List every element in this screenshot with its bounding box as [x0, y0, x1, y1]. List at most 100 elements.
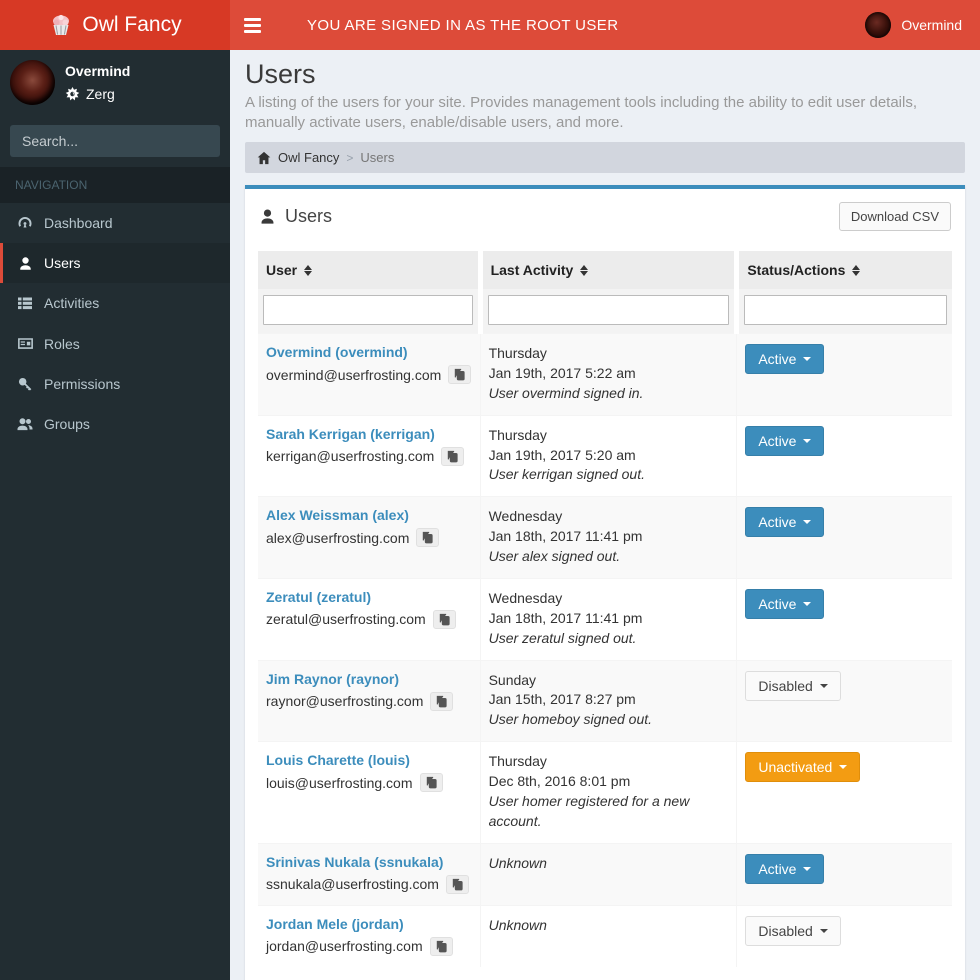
table-row: Jordan Mele (jordan) jordan@userfrosting…	[258, 905, 952, 967]
search-input[interactable]	[10, 125, 215, 157]
copy-email-icon[interactable]	[448, 365, 472, 384]
status-button[interactable]: Disabled	[745, 915, 841, 946]
avatar	[865, 12, 892, 38]
user-menu[interactable]: Overmind	[847, 0, 980, 50]
sidebar-toggle-icon[interactable]	[230, 0, 275, 50]
status-button[interactable]: Disabled	[745, 670, 841, 701]
sidebar-item-dashboard[interactable]: Dashboard	[0, 203, 230, 243]
table-row: Overmind (overmind) overmind@userfrostin…	[258, 333, 952, 416]
sidebar-item-permissions[interactable]: Permissions	[0, 364, 230, 404]
brand-logo[interactable]: Owl Fancy	[0, 0, 230, 50]
user-cell: Overmind (overmind) overmind@userfrostin…	[258, 334, 480, 416]
activity-description: User homer registered for a new account.	[488, 792, 690, 829]
user-name-link[interactable]: Zeratul (zeratul)	[266, 589, 371, 605]
last-activity-cell: Thursday Jan 19th, 2017 5:20 am User kerri…	[479, 415, 737, 497]
caret-down-icon	[803, 357, 812, 361]
root-user-alert: YOU ARE SIGNED IN AS THE ROOT USER	[307, 16, 619, 34]
activity-date: Dec 8th, 2016 8:01 pm	[488, 773, 631, 789]
table-row: Louis Charette (louis) louis@userfrostin…	[258, 741, 952, 844]
sidebar-item-label: Permissions	[44, 376, 121, 392]
user-email: overmind@userfrosting.com	[266, 366, 442, 383]
column-label: Last Activity	[490, 262, 574, 278]
user-cell: Jordan Mele (jordan) jordan@userfrosting…	[258, 905, 480, 967]
sidebar-item-label: Users	[44, 255, 81, 271]
status-button[interactable]: Active	[745, 507, 825, 538]
caret-down-icon	[819, 928, 828, 933]
sidebar-search	[10, 125, 220, 157]
filter-input-status[interactable]	[744, 295, 947, 325]
user-email: raynor@userfrosting.com	[266, 693, 424, 709]
filter-row	[258, 289, 952, 334]
breadcrumb: Owl Fancy > Users	[245, 142, 965, 173]
status-label: Unactivated	[758, 759, 833, 776]
user-name-link[interactable]: Sarah Kerrigan (kerrigan)	[266, 426, 435, 442]
last-activity-unknown: Unknown	[488, 854, 547, 871]
search-icon[interactable]	[215, 125, 220, 157]
table-row: Sarah Kerrigan (kerrigan) kerrigan@userf…	[258, 415, 952, 497]
status-button[interactable]: Unactivated	[745, 752, 861, 783]
activity-description: User alex signed out.	[488, 548, 621, 564]
copy-email-icon[interactable]	[430, 691, 454, 711]
status-button[interactable]: Active	[745, 588, 825, 619]
status-cell: Unactivated	[736, 741, 952, 844]
breadcrumb-current: Users	[360, 150, 395, 165]
panel-title: Users	[285, 206, 333, 226]
status-cell: Disabled	[736, 660, 952, 742]
copy-email-icon[interactable]	[416, 528, 440, 548]
user-name-link[interactable]: Jordan Mele (jordan)	[266, 916, 404, 932]
filter-input-user[interactable]	[263, 295, 473, 325]
sidebar-item-groups[interactable]: Groups	[0, 404, 230, 444]
copy-email-icon[interactable]	[441, 446, 465, 466]
last-activity-cell: Sunday Jan 15th, 2017 8:27 pm User homeboy…	[479, 660, 737, 742]
copy-email-icon[interactable]	[445, 874, 469, 894]
user-cell: Srinivas Nukala (ssnukala) ssnukala@user…	[258, 843, 480, 905]
user-cell: Louis Charette (louis) louis@userfrostin…	[258, 742, 480, 844]
download-csv-button[interactable]: Download CSV	[838, 202, 951, 231]
status-button[interactable]: Active	[745, 344, 825, 374]
dashboard-icon	[15, 215, 35, 231]
breadcrumb-separator: >	[346, 150, 354, 165]
user-name-link[interactable]: Alex Weissman (alex)	[266, 507, 409, 523]
sidebar-item-roles[interactable]: Roles	[0, 323, 230, 364]
column-header-last-activity[interactable]: Last Activity	[477, 251, 737, 289]
activity-description: User kerrigan signed out.	[488, 466, 645, 483]
list-icon	[15, 295, 35, 311]
copy-email-icon[interactable]	[429, 936, 453, 956]
filter-input-last-activity[interactable]	[487, 295, 730, 325]
status-button[interactable]: Active	[745, 425, 825, 456]
breadcrumb-home-link[interactable]: Owl Fancy	[278, 150, 339, 165]
column-header-status-actions[interactable]: Status/Actions	[734, 251, 952, 289]
caret-down-icon	[803, 601, 812, 606]
activity-date: Jan 15th, 2017 8:27 pm	[488, 691, 636, 708]
copy-email-icon[interactable]	[419, 773, 443, 793]
top-navbar: Owl Fancy YOU ARE SIGNED IN AS THE ROOT …	[0, 0, 980, 50]
users-table: User Last Activity Status/Actions Overmi…	[258, 251, 952, 967]
user-email: kerrigan@userfrosting.com	[266, 448, 435, 465]
user-icon	[15, 256, 35, 271]
activity-day: Thursday	[488, 345, 547, 361]
status-label: Active	[758, 514, 797, 531]
user-name-link[interactable]: Jim Raynor (raynor)	[266, 671, 399, 687]
activity-description: User overmind signed in.	[488, 384, 644, 401]
column-header-user[interactable]: User	[258, 251, 481, 289]
id-card-icon	[15, 335, 35, 352]
user-cell: Jim Raynor (raynor) raynor@userfrosting.…	[258, 660, 480, 742]
caret-down-icon	[803, 866, 812, 871]
user-icon	[259, 208, 276, 225]
sidebar-item-label: Groups	[44, 416, 90, 432]
copy-email-icon[interactable]	[432, 609, 456, 629]
caret-down-icon	[803, 438, 812, 443]
user-name-link[interactable]: Srinivas Nukala (ssnukala)	[266, 854, 443, 870]
last-activity-cell: Thursday Dec 8th, 2016 8:01 pm User homer …	[479, 741, 737, 844]
status-button[interactable]: Active	[745, 853, 825, 884]
user-name-link[interactable]: Overmind (overmind)	[266, 344, 408, 360]
sidebar-item-activities[interactable]: Activities	[0, 283, 230, 323]
user-name-link[interactable]: Louis Charette (louis)	[266, 752, 410, 768]
caret-down-icon	[839, 765, 848, 770]
sidebar-item-label: Dashboard	[44, 215, 113, 231]
sort-icon	[580, 264, 589, 276]
sidebar: Overmind Zerg Search... NAVIGATION Dashb…	[0, 50, 230, 980]
sidebar-item-users[interactable]: Users	[0, 243, 230, 283]
status-cell: Active	[736, 415, 952, 497]
last-activity-cell: Unknown	[479, 905, 737, 967]
